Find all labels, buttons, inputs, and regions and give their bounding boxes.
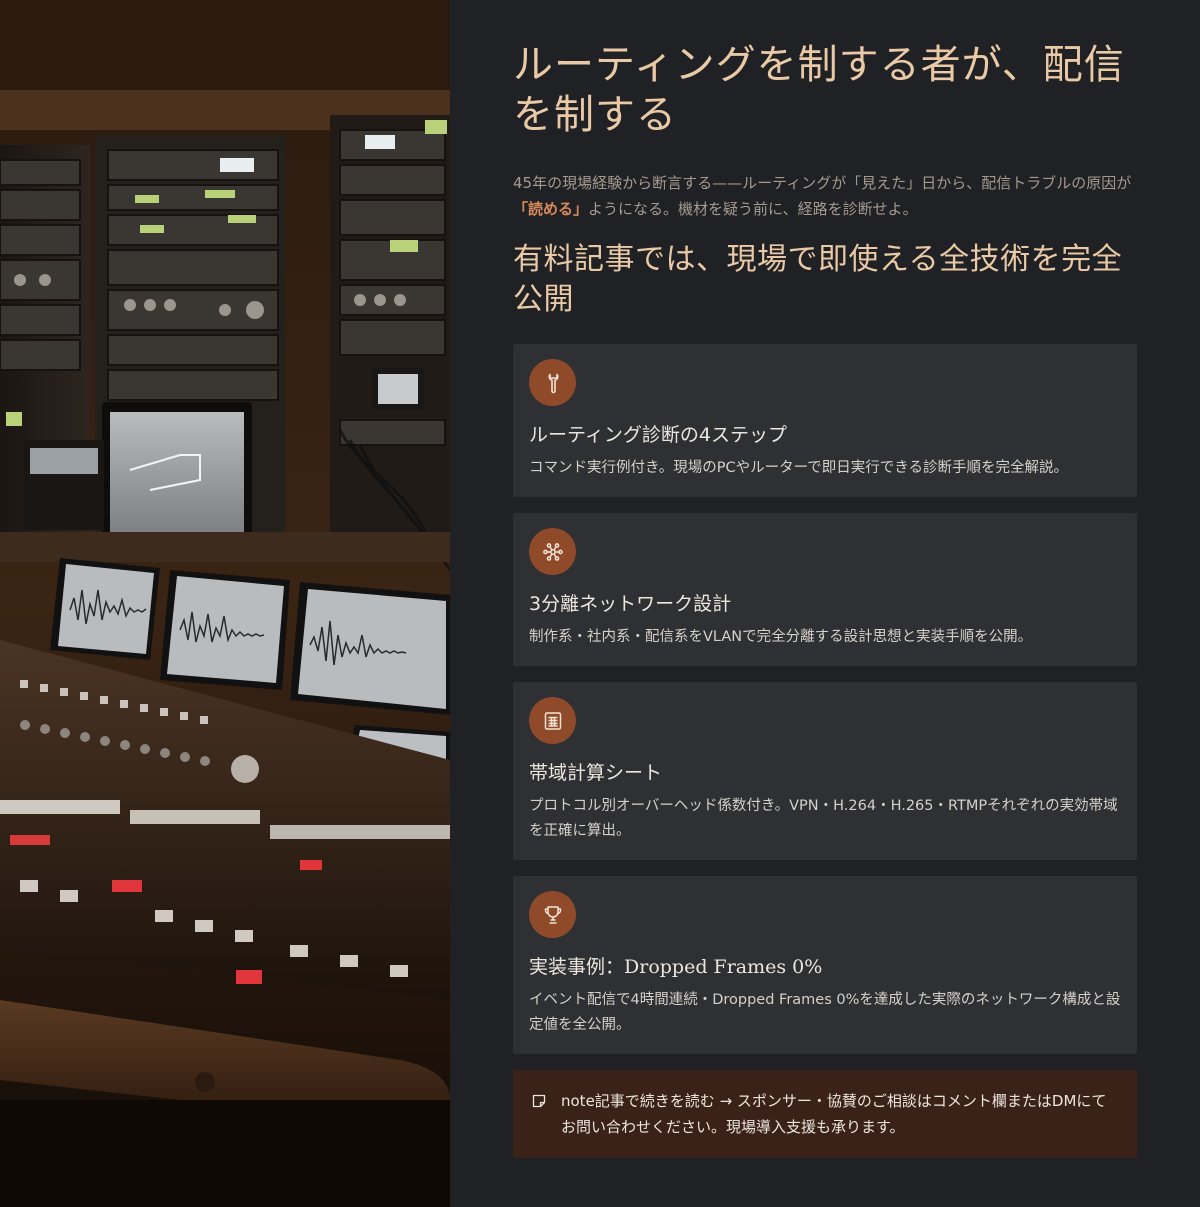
hero-title: ルーティングを制する者が、配信を制する — [513, 42, 1125, 138]
lead-text: 45年の現場経験から断言する——ルーティングが「見えた」日から、配信トラブルの原… — [513, 170, 1133, 222]
feature-card-network-design: 3分離ネットワーク設計 制作系・社内系・配信系をVLANで完全分離する設計思想と… — [513, 513, 1137, 666]
feature-card-routing-diagnosis: ルーティング診断の4ステップ コマンド実行例付き。現場のPCやルーターで即日実行… — [513, 344, 1137, 497]
note-icon — [531, 1093, 547, 1113]
lead-before: 45年の現場経験から断言する——ルーティングが「見えた」日から、配信トラブルの原… — [513, 174, 1132, 192]
feature-list: ルーティング診断の4ステップ コマンド実行例付き。現場のPCやルーターで即日実行… — [513, 344, 1137, 1054]
feature-card-desc: イベント配信で4時間連続・Dropped Frames 0%を達成した実際のネッ… — [529, 992, 1121, 1033]
wrench-icon — [529, 359, 576, 406]
feature-card-title: ルーティング診断の4ステップ — [529, 424, 787, 446]
studio-console-photo — [0, 0, 450, 1207]
section-title: 有料記事では、現場で即使える全技術を完全公開 — [513, 242, 1123, 317]
feature-card-bandwidth-sheet: 帯域計算シート プロトコル別オーバーヘッド係数付き。VPN・H.264・H.26… — [513, 682, 1137, 860]
spreadsheet-icon — [529, 697, 576, 744]
feature-card-case-study: 実装事例：Dropped Frames 0% イベント配信で4時間連続・Drop… — [513, 876, 1137, 1054]
feature-card-desc: 制作系・社内系・配信系をVLANで完全分離する設計思想と実装手順を公開。 — [529, 629, 1033, 645]
lead-highlight: 「読める」 — [513, 200, 589, 218]
feature-card-title: 実装事例：Dropped Frames 0% — [529, 956, 823, 978]
feature-card-title: 帯域計算シート — [529, 762, 663, 784]
network-icon — [529, 528, 576, 575]
feature-card-title: 3分離ネットワーク設計 — [529, 593, 732, 615]
feature-card-desc: プロトコル別オーバーヘッド係数付き。VPN・H.264・H.265・RTMPそれ… — [529, 798, 1118, 839]
note-text: note記事で続きを読む → スポンサー・協賛のご相談はコメント欄またはDMにて… — [561, 1092, 1107, 1136]
feature-card-desc: コマンド実行例付き。現場のPCやルーターで即日実行できる診断手順を完全解説。 — [529, 460, 1068, 476]
trophy-icon — [529, 891, 576, 938]
lead-after: ようになる。機材を疑う前に、経路を診断せよ。 — [588, 200, 918, 218]
article-panel: ルーティングを制する者が、配信を制する 45年の現場経験から断言する——ルーティ… — [450, 0, 1200, 1207]
note-callout[interactable]: note記事で続きを読む → スポンサー・協賛のご相談はコメント欄またはDMにて… — [513, 1070, 1137, 1158]
